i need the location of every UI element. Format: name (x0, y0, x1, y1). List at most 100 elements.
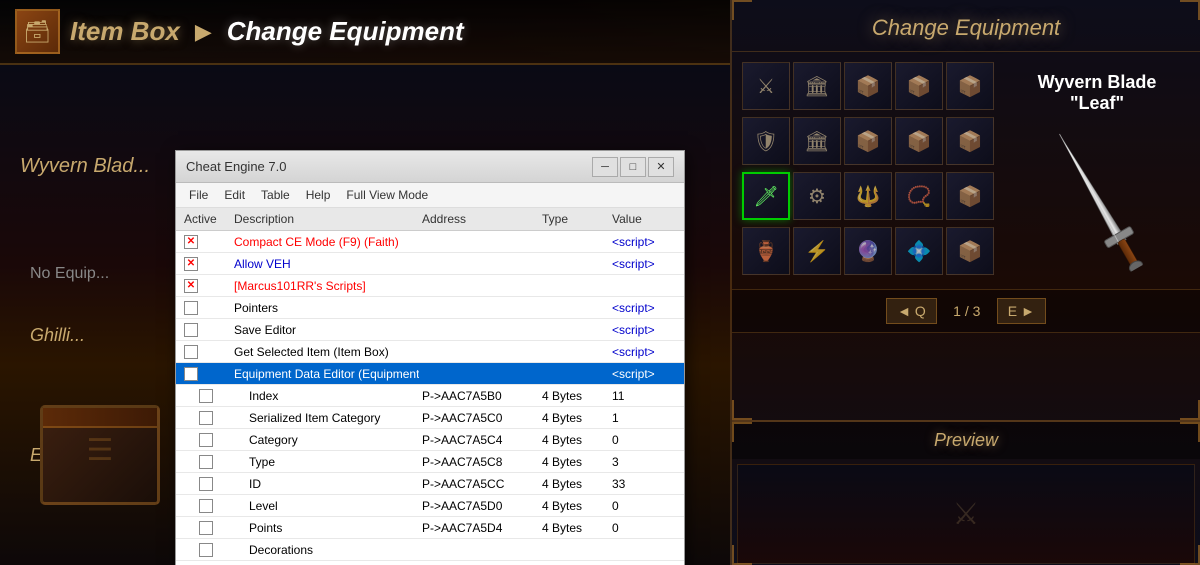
row-value[interactable]: 11 (609, 388, 679, 404)
table-row[interactable]: Get Selected Item (Item Box) <script> (176, 341, 684, 363)
table-row[interactable]: Points P->AAC7A5D4 4 Bytes 0 (176, 517, 684, 539)
checkbox[interactable] (199, 477, 213, 491)
row-active (196, 454, 246, 470)
weapon-image (1057, 129, 1137, 269)
row-description[interactable]: [Marcus101RR's Scripts] (231, 278, 419, 294)
menu-file[interactable]: File (181, 185, 216, 205)
row-description[interactable]: Allow VEH (231, 256, 419, 272)
ce-restore-button[interactable]: □ (620, 157, 646, 177)
row-address (419, 307, 539, 309)
equip-cell-3[interactable]: 📦 (844, 62, 892, 110)
menu-fullview[interactable]: Full View Mode (338, 185, 436, 205)
right-panel: Change Equipment ⚔ 🏛 📦 📦 📦 🛡 🏛 📦 📦 📦 🗡 (730, 0, 1200, 565)
row-value[interactable]: 3 (609, 454, 679, 470)
weapon-svg (1031, 115, 1163, 284)
checkbox[interactable]: ✕ (184, 235, 198, 249)
row-description[interactable]: Equipment Data Editor (Equipment Info) (231, 366, 419, 382)
equip-cell-5[interactable]: 📦 (946, 62, 994, 110)
ce-menubar: File Edit Table Help Full View Mode (176, 183, 684, 208)
row-description[interactable]: Points (246, 520, 419, 536)
checkbox[interactable] (184, 301, 198, 315)
checkbox[interactable] (199, 389, 213, 403)
checkbox[interactable]: ✕ (184, 279, 198, 293)
table-row[interactable]: Level P->AAC7A5D0 4 Bytes 0 (176, 495, 684, 517)
preview-empty-icon: ⚔ (953, 497, 980, 532)
checkbox[interactable] (199, 543, 213, 557)
equip-cell-4[interactable]: 📦 (895, 62, 943, 110)
equip-cell-8[interactable]: 📦 (844, 117, 892, 165)
equip-cell-11-selected[interactable]: 🗡 (742, 172, 790, 220)
table-row[interactable]: Bowgun Mods (176, 561, 684, 565)
table-row[interactable]: Type P->AAC7A5C8 4 Bytes 3 (176, 451, 684, 473)
col-active: Active (181, 210, 231, 228)
nav-next-button[interactable]: E ► (997, 298, 1046, 324)
table-row[interactable]: Pointers <script> (176, 297, 684, 319)
checkbox[interactable] (199, 411, 213, 425)
row-description[interactable]: Get Selected Item (Item Box) (231, 344, 419, 360)
wyvern-label: Wyvern Blad... (20, 155, 150, 178)
equip-cell-10[interactable]: 📦 (946, 117, 994, 165)
row-address: P->AAC7A5D0 (419, 498, 539, 514)
nav-prev-button[interactable]: ◄ Q (886, 298, 937, 324)
row-value[interactable]: 0 (609, 520, 679, 536)
ce-close-button[interactable]: ✕ (648, 157, 674, 177)
row-description[interactable]: Pointers (231, 300, 419, 316)
equip-cell-9[interactable]: 📦 (895, 117, 943, 165)
preview-content: ⚔ (737, 464, 1195, 564)
equip-cell-18[interactable]: 🔮 (844, 227, 892, 275)
table-row[interactable]: Serialized Item Category P->AAC7A5C0 4 B… (176, 407, 684, 429)
checkbox[interactable] (199, 521, 213, 535)
checkbox[interactable] (184, 367, 198, 381)
row-description[interactable]: Serialized Item Category (246, 410, 419, 426)
menu-help[interactable]: Help (298, 185, 339, 205)
row-value[interactable]: 33 (609, 476, 679, 492)
row-description[interactable]: Save Editor (231, 322, 419, 338)
checkbox[interactable] (184, 345, 198, 359)
equip-cell-14[interactable]: 📿 (895, 172, 943, 220)
table-row-selected[interactable]: Equipment Data Editor (Equipment Info) <… (176, 363, 684, 385)
equip-cell-1[interactable]: ⚔ (742, 62, 790, 110)
breadcrumb-change-equipment: Change Equipment (227, 16, 464, 47)
menu-edit[interactable]: Edit (216, 185, 253, 205)
row-value[interactable]: 0 (609, 498, 679, 514)
row-type (539, 329, 609, 331)
menu-table[interactable]: Table (253, 185, 298, 205)
equip-cell-12[interactable]: ⚙ (793, 172, 841, 220)
row-value[interactable]: 1 (609, 410, 679, 426)
equip-cell-7[interactable]: 🏛 (793, 117, 841, 165)
row-description[interactable]: ID (246, 476, 419, 492)
equip-cell-2[interactable]: 🏛 (793, 62, 841, 110)
row-description[interactable]: Decorations (246, 542, 419, 558)
checkbox[interactable] (184, 323, 198, 337)
table-row[interactable]: ID P->AAC7A5CC 4 Bytes 33 (176, 473, 684, 495)
checkbox[interactable] (199, 499, 213, 513)
equip-cell-15[interactable]: 📦 (946, 172, 994, 220)
row-description[interactable]: Compact CE Mode (F9) (Faith) (231, 234, 419, 250)
table-row[interactable]: ✕ Compact CE Mode (F9) (Faith) <script> (176, 231, 684, 253)
row-description[interactable]: Category (246, 432, 419, 448)
table-row[interactable]: Save Editor <script> (176, 319, 684, 341)
row-description[interactable]: Index (246, 388, 419, 404)
equip-cell-16[interactable]: 🏺 (742, 227, 790, 275)
row-description[interactable]: Level (246, 498, 419, 514)
table-row[interactable]: ✕ Allow VEH <script> (176, 253, 684, 275)
row-value: <script> (609, 300, 679, 316)
equip-cell-6[interactable]: 🛡 (742, 117, 790, 165)
ce-minimize-button[interactable]: ─ (592, 157, 618, 177)
row-description[interactable]: Type (246, 454, 419, 470)
table-row[interactable]: Decorations (176, 539, 684, 561)
checkbox[interactable]: ✕ (184, 257, 198, 271)
table-row[interactable]: ✕ [Marcus101RR's Scripts] (176, 275, 684, 297)
ce-table-body[interactable]: ✕ Compact CE Mode (F9) (Faith) <script> … (176, 231, 684, 565)
game-left-panel: 🗃 Item Box ▶ Change Equipment Wyvern Bla… (0, 0, 730, 565)
checkbox[interactable] (199, 455, 213, 469)
table-row[interactable]: Index P->AAC7A5B0 4 Bytes 11 (176, 385, 684, 407)
row-value[interactable]: 0 (609, 432, 679, 448)
breadcrumb-arrow: ▶ (195, 19, 212, 45)
equip-cell-13[interactable]: 🔱 (844, 172, 892, 220)
equip-cell-17[interactable]: ⚡ (793, 227, 841, 275)
equip-cell-19[interactable]: 💠 (895, 227, 943, 275)
checkbox[interactable] (199, 433, 213, 447)
table-row[interactable]: Category P->AAC7A5C4 4 Bytes 0 (176, 429, 684, 451)
equip-cell-20[interactable]: 📦 (946, 227, 994, 275)
